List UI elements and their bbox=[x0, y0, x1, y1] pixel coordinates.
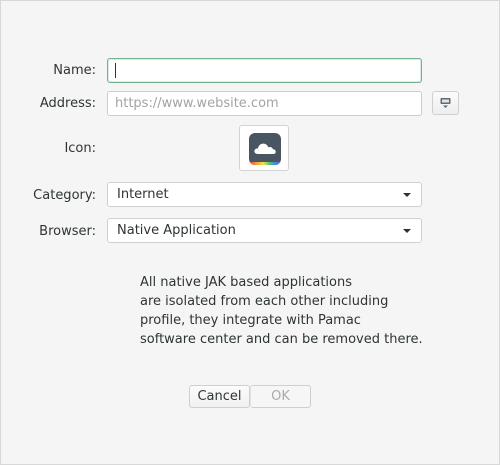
browser-label: Browser: bbox=[39, 224, 96, 239]
name-label: Name: bbox=[53, 63, 96, 78]
cloud-icon bbox=[249, 133, 281, 165]
address-input[interactable]: https://www.website.com bbox=[107, 91, 422, 116]
ok-button[interactable]: OK bbox=[250, 385, 311, 408]
category-label: Category: bbox=[33, 188, 96, 203]
category-value: Internet bbox=[117, 187, 169, 202]
category-select[interactable]: Internet bbox=[107, 182, 422, 207]
info-line: are isolated from each other including bbox=[140, 294, 389, 309]
chevron-down-icon bbox=[403, 193, 411, 197]
cancel-button[interactable]: Cancel bbox=[189, 385, 250, 408]
icon-label: Icon: bbox=[64, 141, 96, 156]
browser-value: Native Application bbox=[117, 223, 236, 238]
create-webapp-dialog: Name: Address: https://www.website.com I… bbox=[0, 0, 500, 465]
chevron-down-icon bbox=[403, 229, 411, 233]
fetch-icon-button[interactable] bbox=[432, 91, 459, 115]
name-input[interactable] bbox=[107, 58, 422, 83]
address-label: Address: bbox=[39, 96, 96, 111]
info-line: profile, they integrate with Pamac bbox=[140, 313, 361, 328]
native-app-info: All native JAK based applications are is… bbox=[140, 273, 423, 349]
text-caret bbox=[115, 63, 116, 78]
icon-picker-button[interactable] bbox=[239, 125, 289, 171]
info-line: All native JAK based applications bbox=[140, 275, 352, 290]
info-line: software center and can be removed there… bbox=[140, 332, 423, 347]
address-placeholder: https://www.website.com bbox=[115, 96, 279, 111]
browser-select[interactable]: Native Application bbox=[107, 218, 422, 243]
monitor-download-icon bbox=[440, 98, 451, 108]
